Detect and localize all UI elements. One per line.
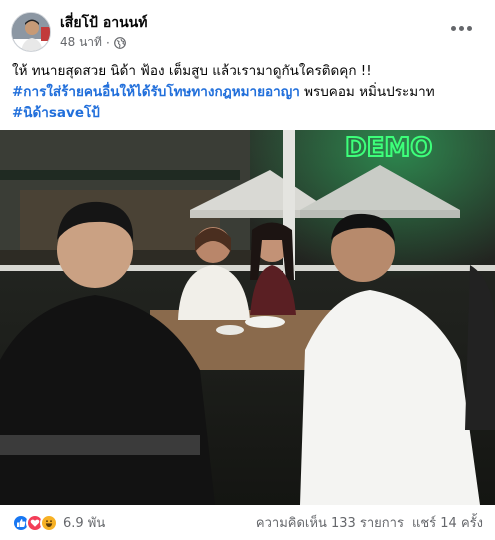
post-caption: ให้ ทนายสุดสวย นิด้า ฟ้อง เต็มสูบ แล้วเร… — [12, 61, 487, 124]
avatar-image — [12, 13, 50, 51]
neon-sign: DEMO — [345, 133, 432, 163]
facebook-post: เสี่ยโป้ อานนท์ 48 นาที · ให้ ทนายสุดสวย… — [0, 0, 495, 540]
caption-line-1: ให้ ทนายสุดสวย นิด้า ฟ้อง เต็มสูบ แล้วเร… — [12, 63, 372, 79]
author-name[interactable]: เสี่ยโป้ อานนท์ — [60, 12, 147, 34]
reaction-count: 6.9 พัน — [63, 516, 106, 531]
meta-separator: · — [105, 35, 110, 50]
globe-icon — [113, 36, 126, 49]
caption-line-2-text: พรบคอม หมิ่นประมาท — [299, 84, 435, 100]
post-meta: 48 นาที · — [60, 33, 126, 52]
comment-count-link[interactable]: ความคิดเห็น 133 รายการ — [256, 512, 404, 533]
post-header: เสี่ยโป้ อานนท์ 48 นาที · — [0, 0, 495, 56]
post-time[interactable]: 48 นาที — [60, 33, 102, 52]
engagement-stats: ความคิดเห็น 133 รายการ แชร์ 14 ครั้ง — [256, 512, 483, 533]
post-footer: 6.9 พัน ความคิดเห็น 133 รายการ แชร์ 14 ค… — [0, 505, 495, 540]
share-count-link[interactable]: แชร์ 14 ครั้ง — [412, 512, 483, 533]
author-avatar[interactable] — [11, 12, 51, 52]
more-options-icon[interactable] — [451, 22, 475, 34]
hashtag-link-2[interactable]: #นิด้าsaveโป้ — [12, 105, 100, 121]
haha-reaction-icon — [40, 513, 58, 532]
hashtag-link-1[interactable]: #การใส่ร้ายคนอื่นให้ได้รับโทษทางกฎหมายอา… — [12, 84, 300, 100]
caption-line-2: #การใส่ร้ายคนอื่นให้ได้รับโทษทางกฎหมายอา… — [12, 82, 487, 103]
group-photo-image: DEMO — [0, 130, 495, 505]
post-photo[interactable]: DEMO — [0, 130, 495, 505]
caption-line-3: #นิด้าsaveโป้ — [12, 103, 487, 124]
reactions-summary[interactable]: 6.9 พัน — [12, 512, 105, 533]
